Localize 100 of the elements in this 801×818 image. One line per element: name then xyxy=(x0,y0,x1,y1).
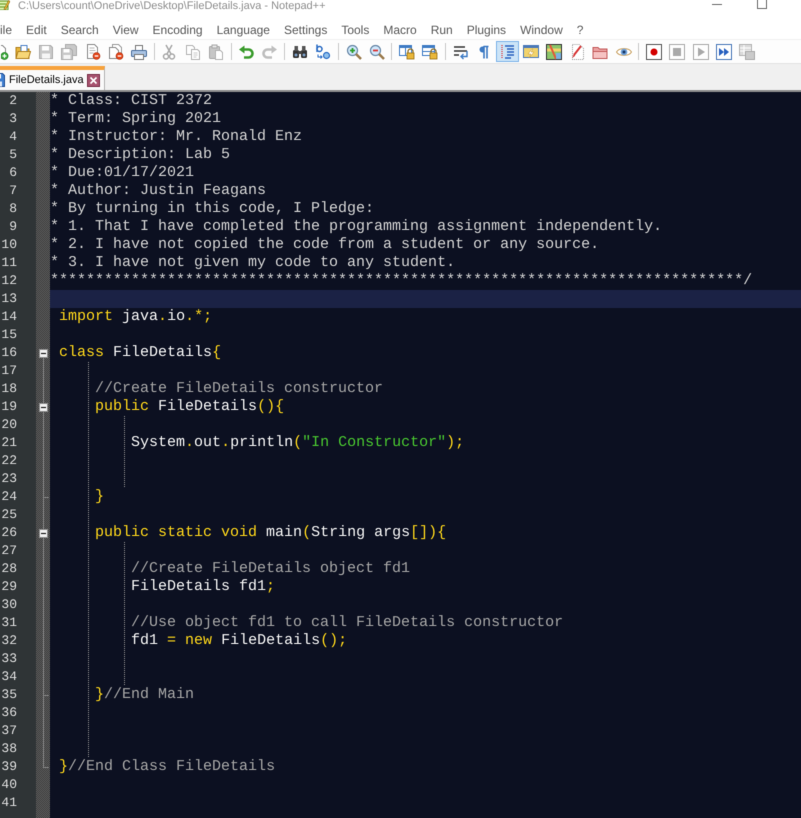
redo-arrow-icon xyxy=(262,44,278,60)
code-line: * By turning in this code, I Pledge: xyxy=(50,200,374,218)
zoom-out-icon xyxy=(368,44,385,60)
code-line: //Create FileDetails object fd1 xyxy=(131,560,410,578)
line-number: 6 xyxy=(8,164,18,182)
line-number: 38 xyxy=(0,740,18,758)
code-line: * 1. That I have completed the programming assignment independently. xyxy=(50,218,662,236)
line-number: 40 xyxy=(0,776,18,794)
line-number: 20 xyxy=(0,416,18,434)
menu-item[interactable]: Macro xyxy=(383,22,417,36)
code-line: public FileDetails(){ xyxy=(95,398,284,416)
line-number: 18 xyxy=(0,380,18,398)
code-line: * Instructor: Mr. Ronald Enz xyxy=(50,128,302,146)
line-number: 28 xyxy=(0,560,18,578)
line-number: 4 xyxy=(8,128,18,146)
line-number: 39 xyxy=(0,758,18,776)
menu-item[interactable]: Window xyxy=(520,22,563,36)
menu-item[interactable]: Edit xyxy=(26,22,47,36)
menu-item[interactable]: Language xyxy=(216,22,270,36)
line-number: 41 xyxy=(0,794,18,812)
page-brush-icon xyxy=(569,44,586,60)
line-number: 31 xyxy=(0,614,18,632)
code-line: //Create FileDetails constructor xyxy=(95,380,384,398)
copy-icon xyxy=(184,44,201,60)
code-line: * 3. I have not given my code to any student. xyxy=(50,254,456,272)
code-line: //Use object fd1 to call FileDetails constructor xyxy=(131,614,564,632)
window-lock-icon xyxy=(399,44,416,60)
indent-guide-button[interactable] xyxy=(496,41,519,62)
menu-item[interactable]: ile xyxy=(0,22,12,36)
line-number: 12 xyxy=(0,272,18,290)
code-line: * Term: Spring 2021 xyxy=(50,110,222,128)
window-title: C:\Users\count\OneDrive\Desktop\FileDetails.java - Notepad++ xyxy=(18,0,326,13)
maximize-icon[interactable] xyxy=(757,0,767,9)
menu-item[interactable]: Tools xyxy=(341,22,370,36)
line-number: 16 xyxy=(0,344,18,362)
line-number: 26 xyxy=(0,524,18,542)
code-line: *****************************************************************************/ xyxy=(50,272,752,290)
floppy-disks-icon xyxy=(61,44,78,60)
line-number: 29 xyxy=(0,578,18,596)
line-number: 24 xyxy=(0,488,18,506)
code-line: class FileDetails{ xyxy=(59,344,222,362)
printer-icon xyxy=(131,44,148,60)
line-number: 32 xyxy=(0,632,18,650)
macro-table-icon xyxy=(739,44,756,60)
close-files-icon xyxy=(108,44,124,60)
code-line: * Author: Justin Feagans xyxy=(50,182,266,200)
line-number: 2 xyxy=(8,92,18,110)
line-number: 37 xyxy=(0,722,18,740)
code-line: * Description: Lab 5 xyxy=(50,146,230,164)
stop-icon xyxy=(669,44,686,60)
line-number: 3 xyxy=(8,110,18,128)
fast-forward-icon xyxy=(716,44,732,60)
line-number: 15 xyxy=(0,326,18,344)
code-line: * 2. I have not copied the code from a student or any source. xyxy=(50,236,600,254)
line-number: 36 xyxy=(0,704,18,722)
line-number: 33 xyxy=(0,650,18,668)
zoom-in-icon xyxy=(346,44,362,60)
indent-guide-icon xyxy=(499,44,516,60)
line-number: 17 xyxy=(0,362,18,380)
code-line: * Class: CIST 2372 xyxy=(50,92,212,110)
menu-item[interactable]: Encoding xyxy=(152,22,203,36)
menu-item[interactable]: Settings xyxy=(284,22,328,36)
line-number: 5 xyxy=(8,146,18,164)
minus-box-icon[interactable] xyxy=(39,402,48,412)
file-tab[interactable]: FileDetails.java xyxy=(0,66,105,90)
line-number: 34 xyxy=(0,668,18,686)
line-number: 14 xyxy=(0,308,18,326)
line-number: 7 xyxy=(8,182,18,200)
line-number: 11 xyxy=(0,254,18,272)
menu-item[interactable]: ? xyxy=(576,22,584,36)
window-lightning-icon xyxy=(522,44,539,60)
binoculars-icon xyxy=(292,44,308,60)
code-line: System.out.println("In Constructor"); xyxy=(131,434,464,452)
minus-box-icon[interactable] xyxy=(39,348,48,358)
window-lock-icon xyxy=(422,44,438,60)
undo-arrow-icon xyxy=(238,44,254,60)
line-number: 30 xyxy=(0,596,18,614)
line-number: 21 xyxy=(0,434,18,452)
code-line: public static void main(String args[]){ xyxy=(95,524,446,542)
play-icon xyxy=(692,44,709,60)
line-number: 10 xyxy=(0,236,18,254)
line-number: 23 xyxy=(0,470,18,488)
close-file-icon xyxy=(84,44,101,60)
menu-item[interactable]: Search xyxy=(60,22,99,36)
line-number: 9 xyxy=(8,218,18,236)
line-number: 13 xyxy=(0,290,18,308)
line-number: 22 xyxy=(0,452,18,470)
menu-item[interactable]: Run xyxy=(430,22,453,36)
line-number: 8 xyxy=(8,200,18,218)
clipboard-icon xyxy=(208,44,224,60)
code-line: } xyxy=(95,488,104,506)
close-icon[interactable] xyxy=(86,74,100,86)
minus-box-icon[interactable] xyxy=(39,528,48,538)
notepad-icon xyxy=(0,0,10,10)
menu-item[interactable]: View xyxy=(112,22,139,36)
menu-item[interactable]: Plugins xyxy=(466,22,506,36)
code-line: }//End Class FileDetails xyxy=(59,758,276,776)
folder-icon xyxy=(14,44,31,60)
code-line: * Due:01/17/2021 xyxy=(50,164,194,182)
code-line: FileDetails fd1; xyxy=(131,578,276,596)
